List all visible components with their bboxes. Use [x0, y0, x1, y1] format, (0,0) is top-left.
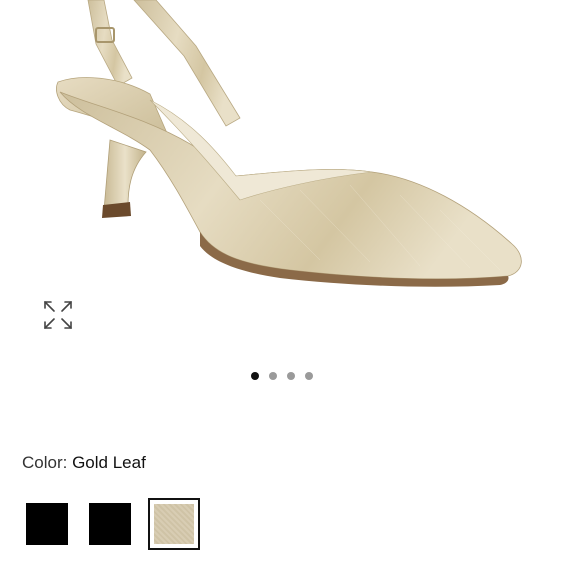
color-selection: Color: Gold Leaf — [22, 453, 146, 473]
color-label: Color: — [22, 453, 73, 472]
expand-arrows-icon[interactable] — [41, 298, 75, 332]
carousel-dot[interactable] — [269, 372, 277, 380]
product-image[interactable] — [0, 0, 580, 360]
carousel-dot[interactable] — [251, 372, 259, 380]
carousel-dot[interactable] — [305, 372, 313, 380]
color-swatch-black-1[interactable] — [26, 503, 68, 545]
carousel-dot[interactable] — [287, 372, 295, 380]
color-swatch-gold-leaf[interactable] — [148, 498, 200, 550]
selected-color-name: Gold Leaf — [72, 453, 146, 472]
shoe-heel — [103, 139, 147, 211]
carousel-dots — [251, 371, 313, 381]
color-swatch-black-2[interactable] — [89, 503, 131, 545]
shoe-illustration — [56, 0, 522, 287]
